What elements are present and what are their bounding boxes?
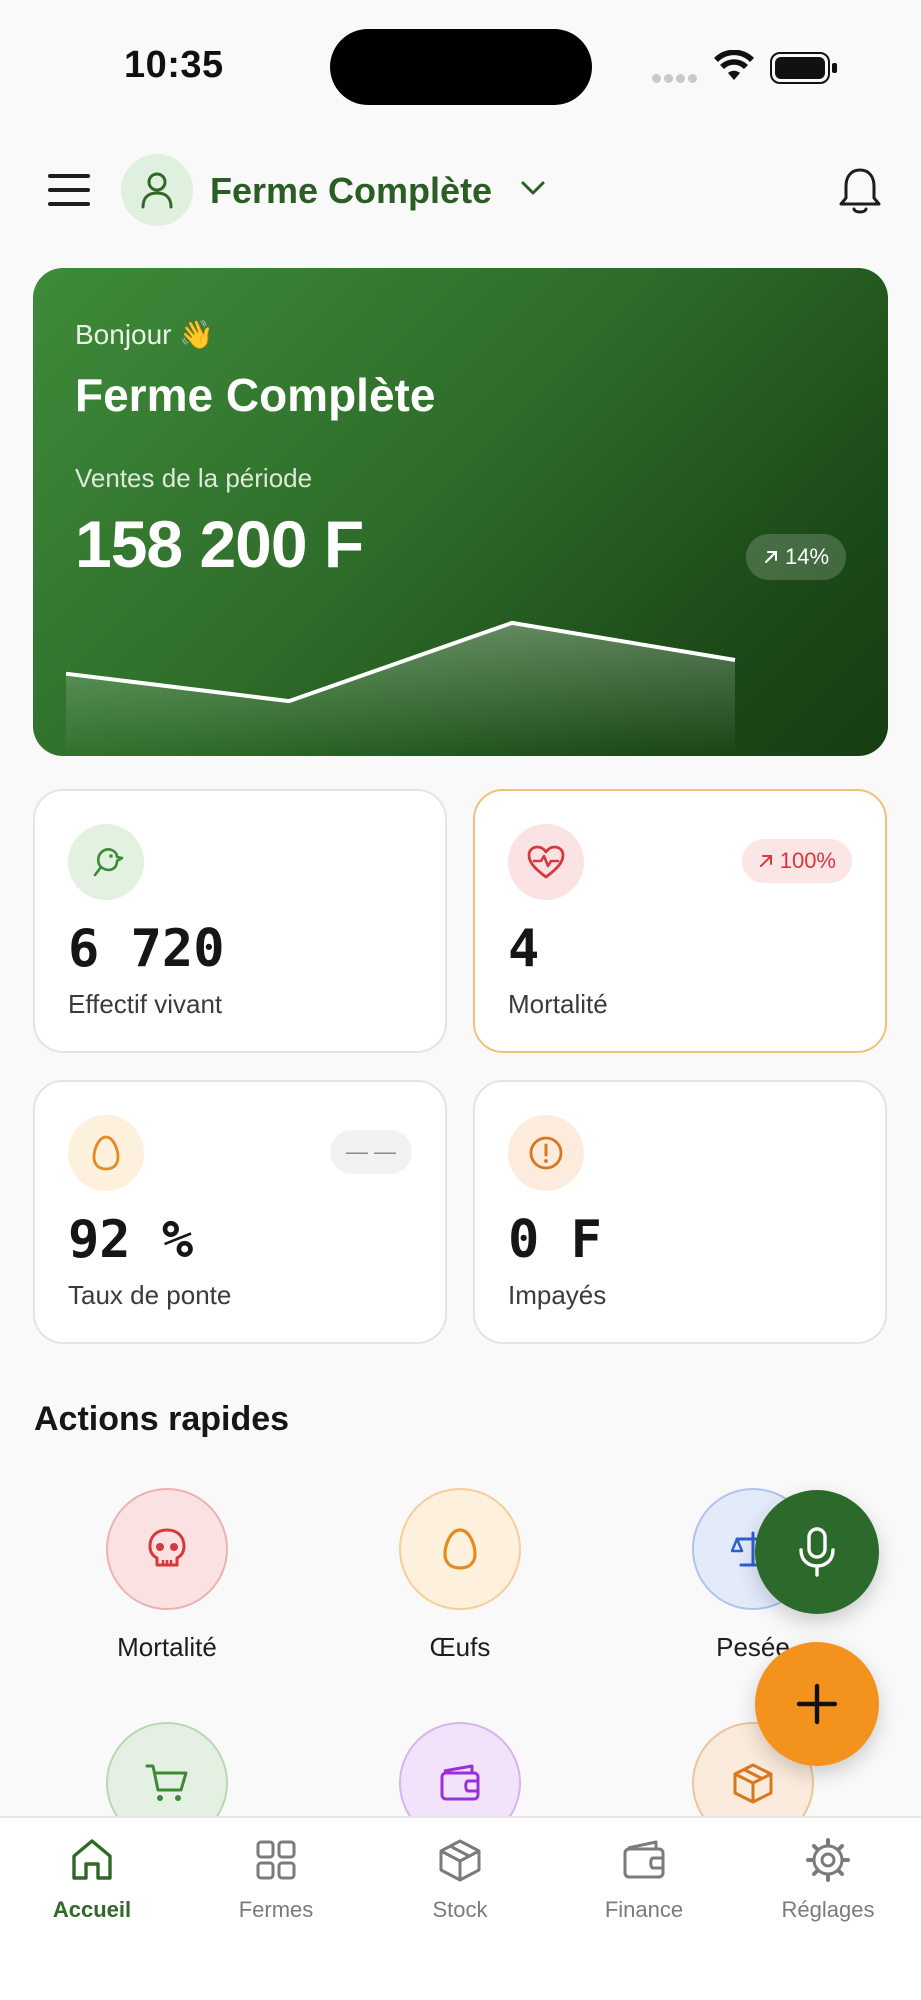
nav-item-finance[interactable]: Finance [552, 1836, 736, 1923]
app-header: Ferme Complète [0, 150, 921, 230]
kpi-label: Impayés [508, 1280, 607, 1310]
kpi-value: 0 F [508, 1210, 602, 1270]
chevron-down-icon[interactable] [520, 180, 546, 196]
nav-label: Réglages [781, 1897, 875, 1922]
heart-pulse-icon [527, 845, 565, 879]
hero-farm-name: Ferme Complète [75, 369, 436, 421]
nav-item-stock[interactable]: Stock [368, 1836, 552, 1923]
nav-label: Stock [432, 1897, 488, 1922]
greeting-text: Bonjour 👋 [75, 319, 215, 350]
nav-item-settings[interactable]: Réglages [736, 1836, 920, 1923]
status-time: 10:35 [124, 44, 224, 86]
quick-action-circle [399, 1488, 521, 1610]
kpi-label: Mortalité [508, 989, 608, 1019]
notification-bell-icon[interactable] [837, 166, 883, 216]
kpi-label: Effectif vivant [68, 989, 223, 1019]
gear-icon [806, 1838, 850, 1882]
kpi-icon-wrap [508, 1115, 584, 1191]
arrow-up-right-icon [759, 855, 772, 867]
sales-trend-value: 14% [784, 544, 830, 569]
dynamic-island [330, 29, 592, 105]
quick-action-label: Mortalité [117, 1632, 217, 1662]
nav-label: Finance [604, 1897, 684, 1922]
kpi-value: 4 [508, 919, 540, 979]
mortality-trend-badge: 100% [741, 839, 852, 883]
home-icon [72, 1839, 112, 1880]
wallet-icon [440, 1764, 480, 1801]
status-bar: 10:35 [0, 0, 921, 130]
add-entry-button[interactable] [755, 1642, 879, 1766]
kpi-icon-wrap [68, 1115, 144, 1191]
kpi-label: Taux de ponte [68, 1280, 232, 1310]
quick-actions-title: Actions rapides [34, 1400, 290, 1438]
nav-item-home[interactable]: Accueil [0, 1836, 184, 1923]
menu-icon[interactable] [48, 172, 90, 208]
kpi-card-livestock[interactable]: 6 720 Effectif vivant [33, 789, 447, 1053]
wifi-icon [714, 50, 754, 80]
bottom-navigation: Accueil Fermes Stock Finance Réglages [0, 1816, 921, 2000]
quick-action-label: Œufs [429, 1632, 491, 1662]
sales-label: Ventes de la période [75, 463, 313, 493]
quick-action-eggs[interactable]: Œufs [360, 1488, 560, 1663]
kpi-value: 6 720 [68, 919, 225, 979]
kpi-icon-wrap [68, 824, 144, 900]
microphone-icon [799, 1527, 835, 1577]
voice-input-button[interactable] [755, 1490, 879, 1614]
quick-action-mortality[interactable]: Mortalité [67, 1488, 267, 1663]
kpi-value: 92 % [68, 1210, 194, 1270]
egg-icon [443, 1528, 477, 1570]
nav-label: Fermes [238, 1897, 314, 1922]
laying-trend-badge: — — [329, 1130, 412, 1174]
egg-icon [92, 1135, 120, 1171]
arrow-up-right-icon [764, 551, 777, 563]
nav-label: Accueil [52, 1897, 132, 1922]
package-icon [439, 1839, 481, 1882]
farm-selector[interactable]: Ferme Complète [210, 170, 492, 212]
kpi-card-mortality[interactable]: 100% 4 Mortalité [473, 789, 887, 1053]
kpi-card-laying-rate[interactable]: — — 92 % Taux de ponte [33, 1080, 447, 1344]
mortality-trend-value: 100% [779, 848, 836, 873]
bird-icon [93, 848, 124, 877]
nav-item-farms[interactable]: Fermes [184, 1836, 368, 1923]
user-icon [141, 172, 173, 209]
plus-icon [796, 1683, 838, 1725]
wallet-icon [623, 1840, 665, 1879]
alert-circle-icon [529, 1136, 563, 1170]
cart-icon [145, 1764, 188, 1801]
kpi-icon-wrap [508, 824, 584, 900]
sales-sparkline [65, 620, 736, 756]
skull-icon [148, 1528, 186, 1567]
grid-icon [256, 1840, 296, 1880]
sales-trend-badge: 14% [746, 534, 846, 580]
kpi-card-unpaid[interactable]: 0 F Impayés [473, 1080, 887, 1344]
quick-action-circle [106, 1488, 228, 1610]
farm-avatar[interactable] [121, 154, 193, 226]
sales-summary-card[interactable]: Bonjour 👋 Ferme Complète Ventes de la pé… [33, 268, 888, 756]
box-icon [733, 1763, 773, 1804]
battery-icon [770, 52, 837, 84]
cellular-signal-icon [652, 70, 702, 84]
sales-value: 158 200 F [75, 507, 364, 581]
